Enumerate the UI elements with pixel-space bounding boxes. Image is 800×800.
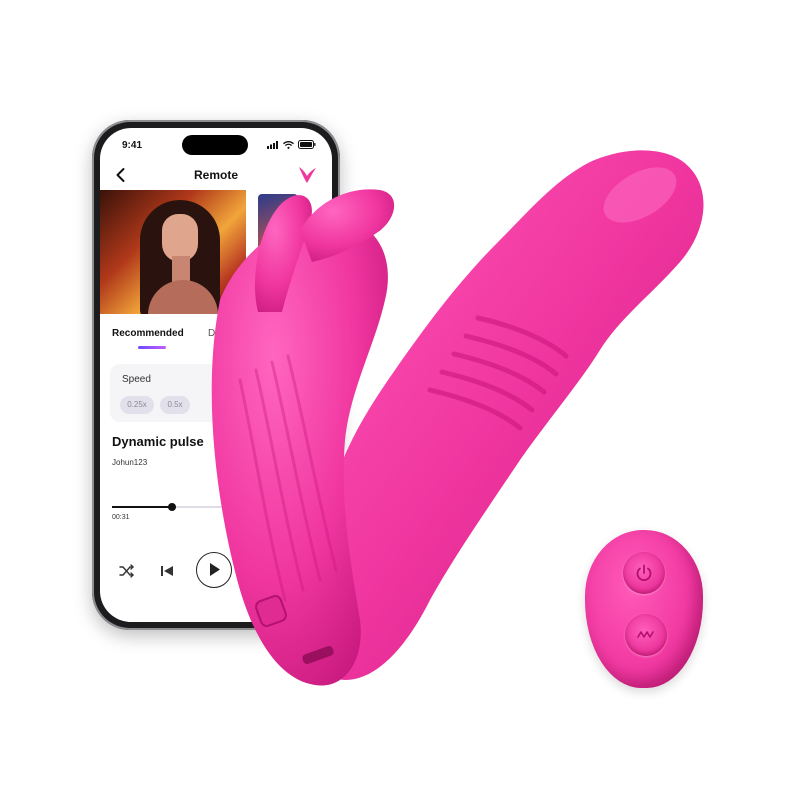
- tab-recommended[interactable]: Recommended: [112, 328, 184, 339]
- signal-icon: [267, 140, 278, 149]
- battery-icon: [298, 140, 316, 149]
- shuffle-icon: [119, 564, 134, 578]
- brand-heart-logo: [299, 167, 316, 183]
- active-tab-indicator: [138, 346, 166, 349]
- wave-mode-icon: [637, 631, 654, 638]
- power-icon: [636, 564, 652, 582]
- speed-label: Speed: [122, 374, 151, 385]
- speed-option-0-25x[interactable]: 0.25x: [120, 396, 154, 414]
- speed-option-0-5x[interactable]: 0.5x: [160, 396, 190, 414]
- status-bar: 9:41: [100, 128, 332, 162]
- track-artist: Johun123: [112, 458, 148, 467]
- status-time: 9:41: [122, 140, 143, 151]
- remote-power-button[interactable]: [623, 552, 665, 594]
- play-button[interactable]: [196, 552, 232, 588]
- elapsed-time: 00:31: [112, 514, 130, 521]
- progress-fill: [112, 506, 172, 508]
- status-icons: [267, 140, 316, 149]
- product-image: 9:41 Remote Recommended Di Speed 0.25x 0…: [0, 0, 800, 800]
- app-header: Remote: [100, 158, 332, 192]
- progress-handle[interactable]: [168, 503, 176, 511]
- previous-icon: [161, 566, 173, 576]
- play-icon: [210, 563, 220, 576]
- wifi-icon: [283, 140, 294, 149]
- remote-control: [585, 530, 703, 688]
- track-title: Dynamic pulse: [112, 434, 204, 449]
- shuffle-button[interactable]: [118, 562, 136, 580]
- remote-mode-button[interactable]: [625, 614, 667, 656]
- dynamic-island: [182, 135, 248, 155]
- previous-button[interactable]: [158, 562, 176, 580]
